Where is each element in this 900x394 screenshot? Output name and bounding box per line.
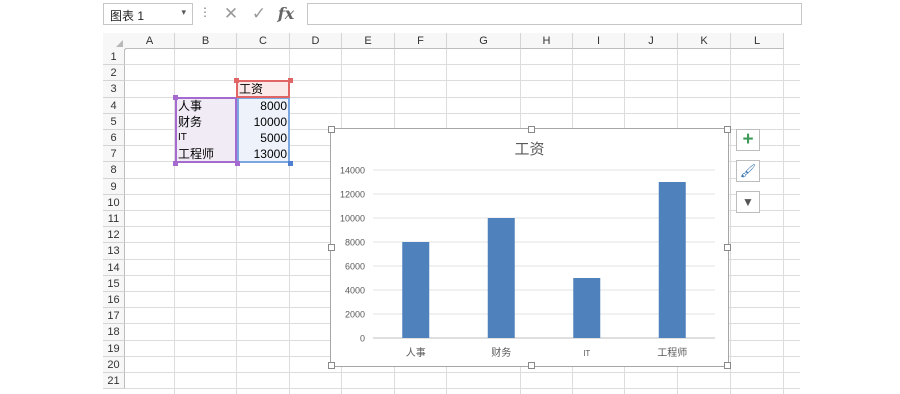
row-header-20[interactable]: 20 bbox=[103, 356, 125, 373]
column-header-J[interactable]: J bbox=[625, 33, 678, 49]
select-all-triangle-icon bbox=[116, 40, 123, 47]
row-gridline bbox=[125, 388, 800, 390]
check-icon[interactable]: ✓ bbox=[246, 3, 272, 25]
formula-bar: 图表 1 ▾ ⋮ ✕ ✓ fx bbox=[103, 3, 802, 25]
column-header-H[interactable]: H bbox=[521, 33, 573, 49]
drag-handle-icon[interactable]: ⋮ bbox=[199, 5, 211, 19]
bar-IT[interactable] bbox=[573, 278, 601, 338]
cell-C3[interactable]: 工资 bbox=[237, 81, 290, 97]
row-header-10[interactable]: 10 bbox=[103, 194, 125, 211]
formula-input[interactable] bbox=[307, 3, 802, 25]
cell-C6[interactable]: 5000 bbox=[237, 130, 290, 146]
name-box-value: 图表 1 bbox=[110, 9, 145, 23]
column-header-A[interactable]: A bbox=[125, 33, 175, 49]
x-tick-label: 人事 bbox=[406, 346, 426, 359]
chart-area[interactable]: 工资 0 2000 4000 6000 8000 10000 12000 14000 人事 财务 I… bbox=[328, 126, 731, 369]
row-header-1[interactable]: 1 bbox=[103, 49, 125, 66]
chart-resize-handle[interactable] bbox=[724, 362, 731, 369]
row-header-18[interactable]: 18 bbox=[103, 324, 125, 341]
row-gridline bbox=[125, 80, 800, 82]
y-tick-label: 6000 bbox=[345, 262, 365, 272]
column-gridline bbox=[730, 49, 731, 394]
row-header-12[interactable]: 12 bbox=[103, 227, 125, 244]
chart-resize-handle[interactable] bbox=[328, 244, 335, 251]
cell-B5[interactable]: 财务 bbox=[176, 114, 237, 130]
chart-styles-button[interactable]: 🖌 bbox=[736, 160, 760, 182]
y-tick-label: 14000 bbox=[340, 166, 365, 176]
x-tick-label: 工程师 bbox=[657, 346, 687, 359]
row-gridline bbox=[125, 372, 800, 373]
cell-B6[interactable]: IT bbox=[176, 130, 237, 146]
chevron-down-icon[interactable]: ▾ bbox=[181, 7, 186, 18]
chart-resize-handle[interactable] bbox=[528, 362, 535, 369]
insert-function-button[interactable]: fx bbox=[273, 3, 299, 25]
x-tick-label: 财务 bbox=[491, 346, 511, 359]
row-header-16[interactable]: 16 bbox=[103, 292, 125, 309]
chart-resize-handle[interactable] bbox=[724, 244, 731, 251]
row-header-21[interactable]: 21 bbox=[103, 373, 125, 390]
column-gridline bbox=[783, 49, 784, 394]
row-header-4[interactable]: 4 bbox=[103, 97, 125, 114]
column-header-C[interactable]: C bbox=[237, 33, 290, 49]
bar-工程师[interactable] bbox=[658, 182, 686, 338]
chart-resize-handle[interactable] bbox=[328, 362, 335, 369]
column-header-K[interactable]: K bbox=[678, 33, 731, 49]
row-header-6[interactable]: 6 bbox=[103, 130, 125, 147]
name-box[interactable]: 图表 1 ▾ bbox=[103, 3, 193, 25]
chart-resize-handle[interactable] bbox=[528, 126, 535, 133]
column-header-D[interactable]: D bbox=[290, 33, 342, 49]
y-tick-label: 10000 bbox=[340, 214, 365, 224]
row-header-9[interactable]: 9 bbox=[103, 178, 125, 195]
row-header-2[interactable]: 2 bbox=[103, 65, 125, 82]
row-header-8[interactable]: 8 bbox=[103, 162, 125, 179]
row-header-7[interactable]: 7 bbox=[103, 146, 125, 163]
chart-elements-button[interactable]: + bbox=[736, 129, 760, 151]
cell-B7[interactable]: 工程师 bbox=[176, 146, 237, 162]
row-header-15[interactable]: 15 bbox=[103, 275, 125, 292]
y-tick-label: 0 bbox=[360, 334, 365, 344]
column-header-E[interactable]: E bbox=[342, 33, 395, 49]
row-header-13[interactable]: 13 bbox=[103, 243, 125, 260]
cell-C7[interactable]: 13000 bbox=[237, 146, 290, 162]
column-header-G[interactable]: G bbox=[447, 33, 521, 49]
row-gridline bbox=[125, 64, 800, 66]
row-header-5[interactable]: 5 bbox=[103, 113, 125, 130]
chart-filters-button[interactable]: ▼ bbox=[736, 191, 760, 213]
bar-财务[interactable] bbox=[487, 218, 515, 338]
column-header-L[interactable]: L bbox=[731, 33, 784, 49]
row-header-11[interactable]: 11 bbox=[103, 211, 125, 228]
chart-resize-handle[interactable] bbox=[724, 126, 731, 133]
column-header-B[interactable]: B bbox=[175, 33, 237, 49]
chart-plot: 0 2000 4000 6000 8000 10000 12000 14000 人事 财务 IT 工程… bbox=[340, 166, 715, 359]
bar-人事[interactable] bbox=[402, 242, 430, 338]
chart-resize-handle[interactable] bbox=[328, 126, 335, 133]
y-tick-label: 12000 bbox=[340, 190, 365, 200]
row-header-14[interactable]: 14 bbox=[103, 259, 125, 276]
y-tick-label: 8000 bbox=[345, 238, 365, 248]
y-tick-label: 2000 bbox=[345, 310, 365, 320]
x-tick-label: IT bbox=[583, 349, 590, 358]
cancel-icon[interactable]: ✕ bbox=[218, 3, 244, 25]
cell-C5[interactable]: 10000 bbox=[237, 114, 290, 130]
row-header-19[interactable]: 19 bbox=[103, 340, 125, 357]
row-header-17[interactable]: 17 bbox=[103, 308, 125, 325]
column-header-F[interactable]: F bbox=[395, 33, 447, 49]
select-all-button[interactable] bbox=[103, 33, 126, 50]
cell-B4[interactable]: 人事 bbox=[176, 98, 237, 114]
cell-C4[interactable]: 8000 bbox=[237, 98, 290, 114]
column-header-I[interactable]: I bbox=[573, 33, 625, 49]
row-header-3[interactable]: 3 bbox=[103, 81, 125, 98]
y-tick-label: 4000 bbox=[345, 286, 365, 296]
